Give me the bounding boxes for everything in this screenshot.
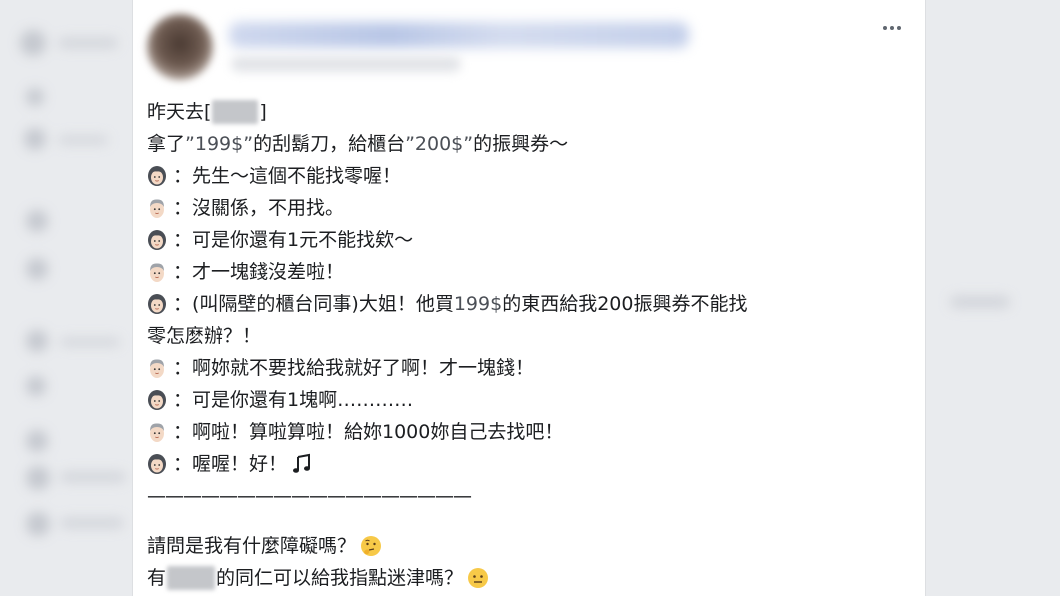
woman-face-icon <box>147 165 167 187</box>
dialog-line: ：沒關係，不用找。 <box>147 192 907 224</box>
dialog-text: ：啊妳就不要找給我就好了啊！才一塊錢！ <box>173 357 535 379</box>
avatar[interactable] <box>147 14 213 80</box>
dialog-line: ：(叫隔壁的櫃台同事)大姐！他買 199$ 的東西給我200振興券不能找 <box>147 288 907 320</box>
price-text: ”199$” <box>185 133 254 155</box>
dialog-line: ：啊妳就不要找給我就好了啊！才一塊錢！ <box>147 352 907 384</box>
dialog-line: ：才一塊錢沒差啦！ <box>147 256 907 288</box>
neutral-face-icon <box>467 567 489 589</box>
dialog-text: ：先生～這個不能找零喔！ <box>173 165 402 187</box>
divider: —————————————————— <box>147 485 472 507</box>
post-line: 有 的同仁可以給我指點迷津嗎？ <box>147 562 907 594</box>
post-header <box>133 0 925 90</box>
post-body: 昨天去[ ] 拿了 ”199$” 的刮鬍刀，給櫃台 ”200$” 的振興券～ ：… <box>147 96 907 594</box>
blurred-background-left <box>0 0 132 596</box>
post-text: ] <box>259 101 267 123</box>
dialog-text: 零怎麽辦？！ <box>147 325 262 347</box>
post-timestamp-blurred[interactable] <box>231 56 461 72</box>
question-text: 有 <box>147 567 167 589</box>
post-text: 昨天去[ <box>147 101 212 123</box>
question-text: 的同仁可以給我指點迷津嗎？ <box>216 567 464 589</box>
dialog-line-continued: 零怎麽辦？！ <box>147 320 907 352</box>
author-name-blurred[interactable] <box>229 22 689 48</box>
post-card: 昨天去[ ] 拿了 ”199$” 的刮鬍刀，給櫃台 ”200$” 的振興券～ ：… <box>132 0 926 596</box>
man-face-icon <box>147 357 167 379</box>
price-text: 199$ <box>453 293 503 315</box>
dialog-text: ：喔喔！好！ <box>173 453 288 475</box>
dialog-text: 的東西給我200振興券不能找 <box>502 293 748 315</box>
man-face-icon <box>147 261 167 283</box>
dialog-line: ：先生～這個不能找零喔！ <box>147 160 907 192</box>
post-text: 的刮鬍刀，給櫃台 <box>253 133 406 155</box>
post-text: 拿了 <box>147 133 186 155</box>
price-text: ”200$” <box>405 133 474 155</box>
more-dot <box>897 26 901 30</box>
dialog-text: ：沒關係，不用找。 <box>173 197 345 219</box>
woman-face-icon <box>147 389 167 411</box>
more-dot <box>890 26 894 30</box>
dialog-text: ：可是你還有1元不能找欸～ <box>173 229 414 251</box>
redacted-store-name <box>167 566 216 590</box>
thinking-face-icon <box>360 535 382 557</box>
dialog-text: ：可是你還有1塊啊………… <box>173 389 414 411</box>
screenshot-stage: 昨天去[ ] 拿了 ”199$” 的刮鬍刀，給櫃台 ”200$” 的振興券～ ：… <box>0 0 1060 596</box>
post-line: 拿了 ”199$” 的刮鬍刀，給櫃台 ”200$” 的振興券～ <box>147 128 907 160</box>
dialog-text: ：才一塊錢沒差啦！ <box>173 261 345 283</box>
post-text: 的振興券～ <box>473 133 569 155</box>
post-line: 請問是我有什麼障礙嗎？ <box>147 530 907 562</box>
man-face-icon <box>147 421 167 443</box>
woman-face-icon <box>147 453 167 475</box>
redacted-store-name <box>212 100 259 124</box>
dialog-line: ：可是你還有1塊啊………… <box>147 384 907 416</box>
more-dot <box>883 26 887 30</box>
more-options-icon[interactable] <box>877 18 907 38</box>
post-line: 昨天去[ ] <box>147 96 907 128</box>
question-text: 請問是我有什麼障礙嗎？ <box>147 535 357 557</box>
music-note-icon <box>291 453 313 475</box>
woman-face-icon <box>147 293 167 315</box>
dialog-text: ：啊啦！算啦算啦！給妳1000妳自己去找吧！ <box>173 421 564 443</box>
dialog-line: ：啊啦！算啦算啦！給妳1000妳自己去找吧！ <box>147 416 907 448</box>
dialog-line: ：喔喔！好！ <box>147 448 907 480</box>
woman-face-icon <box>147 229 167 251</box>
divider-line: —————————————————— <box>147 480 907 512</box>
dialog-text: ：(叫隔壁的櫃台同事)大姐！他買 <box>173 293 454 315</box>
dialog-line: ：可是你還有1元不能找欸～ <box>147 224 907 256</box>
blurred-background-right <box>926 0 1060 596</box>
man-face-icon <box>147 197 167 219</box>
